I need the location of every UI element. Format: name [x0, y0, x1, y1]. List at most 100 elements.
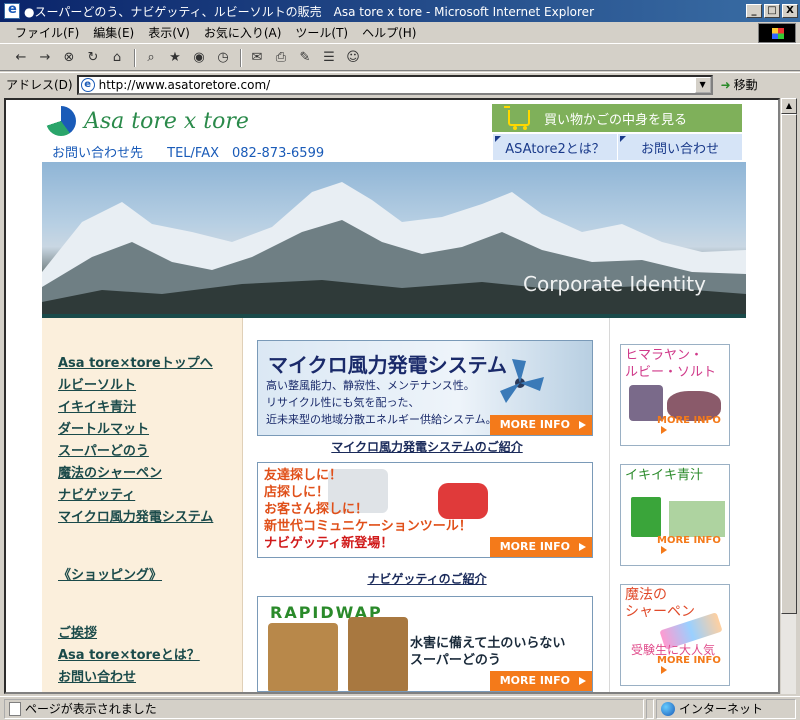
globe-icon [661, 701, 675, 716]
promo-navigetty[interactable]: 友達探しに！ 店探しに！ お客さん探しに！ 新世代コミュニケーションツール！ ナ… [257, 462, 593, 558]
thumb-title-line: 魔法の [625, 587, 667, 603]
sidebar-item-magic-pencil[interactable]: 魔法のシャーペン [58, 462, 242, 481]
edit-icon[interactable]: ✎ [294, 48, 316, 68]
address-bar: アドレス(D) e http://www.asatoretore.com/ ▼ … [0, 72, 800, 96]
close-button[interactable]: X [782, 4, 798, 18]
nav-contact[interactable]: お問い合わせ [617, 134, 742, 160]
promo-caption-navigetty[interactable]: ナビゲッティのご紹介 [243, 570, 611, 587]
chevron-down-icon[interactable]: ▼ [694, 76, 711, 93]
sidebar-item-navigetty[interactable]: ナビゲッティ [58, 484, 242, 503]
more-info-button[interactable]: MORE INFO [489, 537, 592, 557]
more-info-link[interactable]: MORE INFO [657, 655, 729, 677]
cart-label: 買い物かごの中身を見る [544, 112, 688, 128]
menu-favorites[interactable]: お気に入り(A) [197, 24, 289, 41]
discuss-icon[interactable]: ☰ [318, 48, 340, 68]
window-title: ●スーパーどのう、ナビゲッティ、ルビーソルトの販売 Asa tore x tor… [24, 4, 595, 19]
window-titlebar: ●スーパーどのう、ナビゲッティ、ルビーソルトの販売 Asa tore x tor… [0, 0, 800, 22]
promo-wind-power[interactable]: マイクロ風力発電システム 高い整風能力、静寂性、メンテナンス性。 リサイクル性に… [257, 340, 593, 436]
nav-about[interactable]: ASAtore2とは？ [492, 134, 617, 160]
promo-line: 近未来型の地域分散エネルギー供給システム。 [266, 413, 497, 426]
menu-file[interactable]: ファイル(F) [8, 24, 86, 41]
logo-mark-icon [46, 106, 76, 136]
vertical-scrollbar[interactable]: ▲ [780, 98, 797, 694]
promo-text: 水害に備えて土のいらない スーパーどのう [410, 635, 565, 669]
promo-line: 友達探しに！ [264, 468, 343, 483]
sidebar-item-top[interactable]: Asa tore×toreトップへ [58, 352, 242, 371]
promo-line: リサイクル性にも気を配った、 [266, 396, 420, 409]
more-info-link[interactable]: MORE INFO [657, 535, 729, 557]
menu-edit[interactable]: 編集(E) [86, 24, 141, 41]
promo-caption-wind[interactable]: マイクロ風力発電システムのご紹介 [243, 438, 611, 455]
more-info-link[interactable]: MORE INFO [657, 415, 729, 437]
thumb-magic-pencil[interactable]: 魔法の シャーペン 受験生に大人気 MORE INFO [620, 584, 730, 686]
sidebar-item-ruby-salt[interactable]: ルビーソルト [58, 374, 242, 393]
sidebar-item-dart-mat[interactable]: ダートルマット [58, 418, 242, 437]
sandbag-image [348, 617, 408, 691]
forward-icon[interactable]: → [34, 48, 56, 68]
standard-toolbar: ← → ⊗ ↻ ⌂ ⌕ ★ ◉ ◷ ✉ ⎙ ✎ ☰ ☺ [0, 45, 800, 71]
wind-turbine-icon [500, 359, 544, 403]
page-viewport: Asa tore x tore お問い合わせ先 TEL/FAX 082-873-… [4, 98, 780, 694]
status-message: ページが表示されました [4, 698, 644, 719]
toolbar-separator [134, 48, 136, 67]
menu-help[interactable]: ヘルプ(H) [355, 24, 423, 41]
back-icon[interactable]: ← [10, 48, 32, 68]
sidebar-item-contact[interactable]: お問い合わせ [58, 666, 242, 685]
mail-icon[interactable]: ✉ [246, 48, 268, 68]
sandbag-image [268, 623, 338, 691]
thumb-title: イキイキ青汁 [625, 468, 704, 483]
status-panel [646, 698, 654, 719]
refresh-icon[interactable]: ↻ [82, 48, 104, 68]
media-icon[interactable]: ◉ [188, 48, 210, 68]
box-image [669, 501, 725, 537]
site-logo[interactable]: Asa tore x tore [46, 106, 249, 136]
history-icon[interactable]: ◷ [212, 48, 234, 68]
contact-phone: TEL/FAX 082-873-6599 [167, 146, 325, 161]
messenger-icon[interactable]: ☺ [342, 48, 364, 68]
sidebar-item-super-donou[interactable]: スーパーどのう [58, 440, 242, 459]
contact-line: お問い合わせ先 TEL/FAX 082-873-6599 [52, 142, 324, 161]
go-arrow-icon: ➜ [720, 77, 731, 92]
thumb-title-line: シャーペン [625, 604, 695, 620]
more-info-button[interactable]: MORE INFO [489, 671, 592, 691]
print-icon[interactable]: ⎙ [270, 48, 292, 68]
minimize-button[interactable]: _ [746, 4, 762, 18]
ie-icon [4, 2, 20, 19]
sidebar-shopping[interactable]: 《ショッピング》 [58, 564, 242, 583]
scroll-up-icon[interactable]: ▲ [781, 98, 797, 114]
thumb-title: 魔法の シャーペン [625, 587, 695, 621]
sidebar-item-about[interactable]: Asa tore×toreとは？ [58, 644, 242, 663]
site-header: Asa tore x tore お問い合わせ先 TEL/FAX 082-873-… [42, 102, 746, 162]
thumb-ruby-salt[interactable]: ヒマラヤン・ ルビー・ソルト MORE INFO [620, 344, 730, 446]
home-icon[interactable]: ⌂ [106, 48, 128, 68]
scroll-thumb[interactable] [781, 114, 797, 614]
sidebar-item-greeting[interactable]: ご挨拶 [58, 622, 242, 641]
go-label: 移動 [733, 78, 758, 92]
status-text: ページが表示されました [25, 702, 157, 716]
promo-super-donou[interactable]: RAPIDWAP 水害に備えて土のいらない スーパーどのう MORE INFO [257, 596, 593, 692]
favorites-icon[interactable]: ★ [164, 48, 186, 68]
thumb-title: ヒマラヤン・ ルビー・ソルト [625, 347, 716, 381]
stop-icon[interactable]: ⊗ [58, 48, 80, 68]
logo-text: Asa tore x tore [84, 108, 249, 134]
promo-text: 高い整風能力、静寂性、メンテナンス性。 リサイクル性にも気を配った、 近未来型の… [266, 377, 497, 428]
thumb-aojiru[interactable]: イキイキ青汁 MORE INFO [620, 464, 730, 566]
more-info-button[interactable]: MORE INFO [489, 415, 592, 435]
menu-view[interactable]: 表示(V) [141, 24, 197, 41]
address-url[interactable]: http://www.asatoretore.com/ [99, 78, 271, 92]
security-zone: インターネット [656, 698, 796, 719]
cart-link[interactable]: 買い物かごの中身を見る [492, 104, 742, 132]
promo-title: マイクロ風力発電システム [268, 353, 507, 377]
search-icon[interactable]: ⌕ [140, 48, 162, 68]
maximize-button[interactable]: □ [764, 4, 780, 18]
promo-line: 水害に備えて土のいらない [410, 636, 566, 651]
address-input[interactable]: e http://www.asatoretore.com/ ▼ [76, 74, 713, 95]
thumb-title-line: ルビー・ソルト [625, 365, 717, 380]
sidebar-item-aojiru[interactable]: イキイキ青汁 [58, 396, 242, 415]
right-column: ヒマラヤン・ ルビー・ソルト MORE INFO イキイキ青汁 MORE INF… [610, 318, 746, 692]
menu-tools[interactable]: ツール(T) [288, 24, 355, 41]
sidebar-item-wind-power[interactable]: マイクロ風力発電システム [58, 506, 242, 525]
go-button[interactable]: ➜ 移動 [721, 76, 758, 93]
